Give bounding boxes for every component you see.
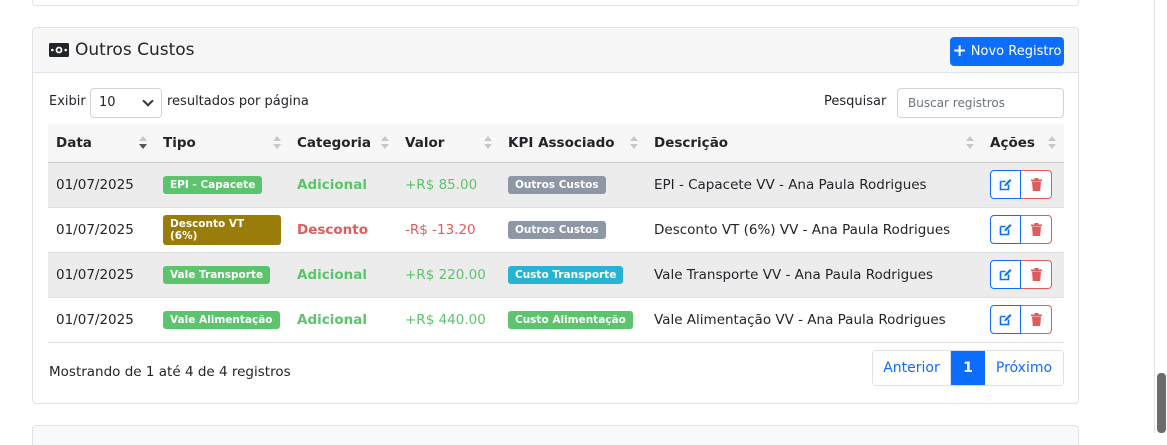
delete-button[interactable] [1021,170,1052,199]
cell-kpi: Outros Custos [500,162,646,207]
search-input[interactable] [897,88,1064,118]
per-page-label: resultados por página [167,94,309,109]
sort-icon [484,136,492,150]
trash-icon [1030,223,1042,236]
records-table: Data Tipo Categoria Valor KPI Associado … [48,124,1064,343]
table-row: 01/07/2025 Vale Transporte Adicional +R$ 22… [48,252,1064,297]
cell-date: 01/07/2025 [56,311,134,328]
cell-valor: +R$ 440.00 [405,311,486,328]
edit-icon [999,269,1012,281]
tipo-badge: Vale Transporte [163,265,271,284]
pagination: Anterior 1 Próximo [872,350,1064,386]
page-size-value: 10 [99,95,116,110]
tipo-badge: Desconto VT (6%) [163,214,281,245]
col-header-categoria[interactable]: Categoria [289,124,397,163]
edit-icon [999,179,1012,191]
sort-icon [1048,136,1056,150]
edit-button[interactable] [990,305,1021,334]
edit-button[interactable] [990,260,1021,289]
sort-icon [381,136,389,150]
delete-button[interactable] [1021,305,1052,334]
kpi-badge: Custo Alimentação [508,310,633,329]
edit-button[interactable] [990,215,1021,244]
cell-descricao: Vale Transporte VV - Ana Paula Rodrigues [654,266,934,283]
cell-actions [982,207,1064,252]
col-header-data[interactable]: Data [48,124,155,163]
next-card-edge [32,425,1079,445]
kpi-badge: Outros Custos [508,175,606,194]
cell-date: 01/07/2025 [56,221,134,238]
edit-button[interactable] [990,170,1021,199]
tipo-badge: EPI - Capacete [163,175,263,194]
tipo-badge: Vale Alimentação [163,310,280,329]
new-record-label: Novo Registro [970,44,1062,59]
chevron-down-icon [142,95,154,107]
cell-valor: +R$ 85.00 [405,176,478,193]
col-header-acoes[interactable]: Ações [982,124,1064,163]
new-record-button[interactable]: + Novo Registro [950,37,1064,66]
cell-tipo: EPI - Capacete [155,162,289,207]
cell-tipo: Desconto VT (6%) [155,207,289,252]
sort-icon [139,136,147,150]
edit-icon [999,314,1012,326]
kpi-badge: Outros Custos [508,220,606,239]
col-header-tipo[interactable]: Tipo [155,124,289,163]
card-title: Outros Custos [49,40,195,60]
delete-button[interactable] [1021,215,1052,244]
money-bill-icon [49,43,69,57]
cell-kpi: Custo Alimentação [500,297,646,342]
col-header-descricao[interactable]: Descrição [646,124,982,163]
outros-custos-card: Outros Custos + Novo Registro Exibir 10 … [32,27,1079,404]
cell-actions [982,252,1064,297]
cell-date: 01/07/2025 [56,176,134,193]
edit-icon [999,224,1012,236]
cell-kpi: Custo Transporte [500,252,646,297]
cell-descricao: EPI - Capacete VV - Ana Paula Rodrigues [654,176,927,193]
sort-icon [966,136,974,150]
page-divider [1154,0,1155,433]
trash-icon [1030,178,1042,191]
page-size-select[interactable]: 10 [90,88,162,118]
previous-card-edge [32,0,1079,6]
table-row: 01/07/2025 EPI - Capacete Adicional +R$ 85.… [48,162,1064,207]
sort-icon [273,136,281,150]
cell-actions [982,162,1064,207]
cell-categoria: Adicional [297,176,367,193]
table-row: 01/07/2025 Desconto VT (6%) Desconto -R$ -1… [48,207,1064,252]
scrollbar-thumb[interactable] [1157,373,1166,433]
cell-categoria: Desconto [297,221,369,238]
table-row: 01/07/2025 Vale Alimentação Adicional +R$ 4… [48,297,1064,342]
trash-icon [1030,313,1042,326]
trash-icon [1030,268,1042,281]
cell-tipo: Vale Alimentação [155,297,289,342]
card-header: Outros Custos + Novo Registro [33,28,1078,73]
cell-valor: +R$ 220.00 [405,266,486,283]
next-page-button[interactable]: Próximo [985,351,1063,385]
previous-page-button[interactable]: Anterior [873,351,951,385]
cell-kpi: Outros Custos [500,207,646,252]
cell-descricao: Desconto VT (6%) VV - Ana Paula Rodrigue… [654,221,951,238]
col-header-kpi[interactable]: KPI Associado [500,124,646,163]
cell-date: 01/07/2025 [56,266,134,283]
sort-icon [630,136,638,150]
kpi-badge: Custo Transporte [508,265,624,284]
cell-descricao: Vale Alimentação VV - Ana Paula Rodrigue… [654,311,946,328]
card-title-text: Outros Custos [75,40,195,60]
table-info: Mostrando de 1 até 4 de 4 registros [49,364,291,380]
show-label: Exibir [49,94,86,109]
search-label: Pesquisar [824,94,887,109]
plus-icon: + [952,41,967,61]
cell-tipo: Vale Transporte [155,252,289,297]
table-header-row: Data Tipo Categoria Valor KPI Associado … [48,124,1064,163]
page-1-button[interactable]: 1 [951,351,985,385]
cell-categoria: Adicional [297,311,367,328]
cell-categoria: Adicional [297,266,367,283]
cell-valor: -R$ -13.20 [405,221,476,238]
col-header-valor[interactable]: Valor [397,124,500,163]
delete-button[interactable] [1021,260,1052,289]
cell-actions [982,297,1064,342]
